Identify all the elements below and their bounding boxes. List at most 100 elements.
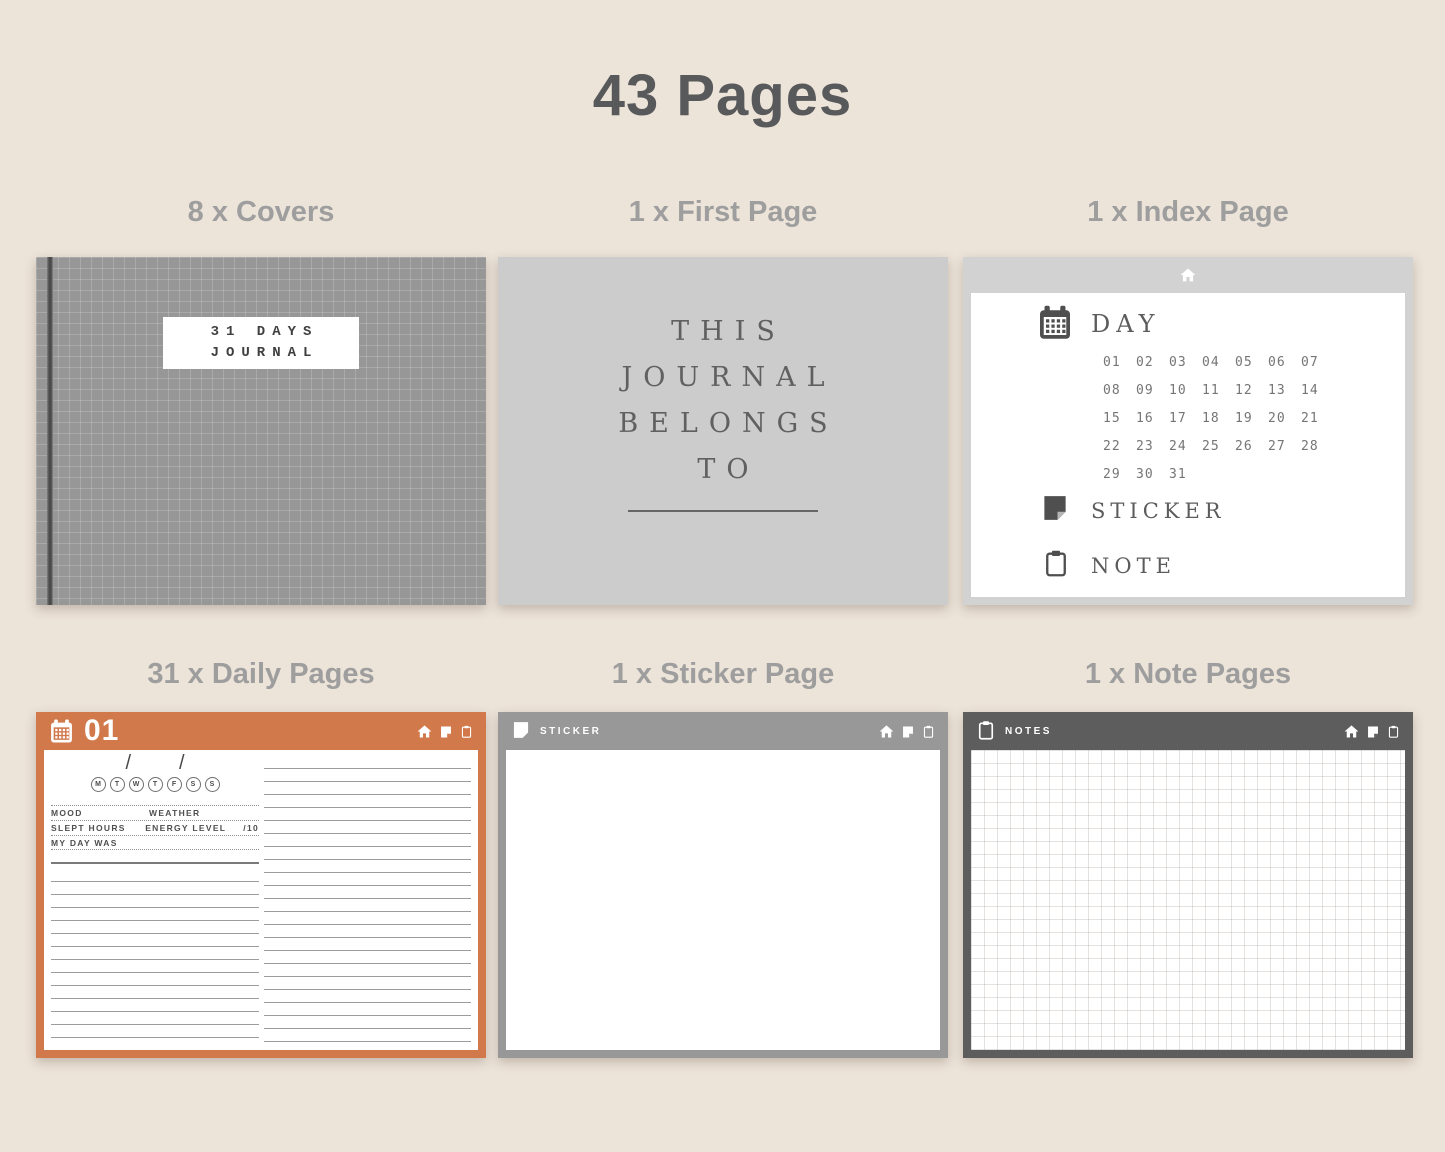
label-first-page: 1 x First Page [498,196,948,229]
index-day-link[interactable]: 08 [1103,383,1136,411]
label-sticker-page: 1 x Sticker Page [498,658,948,691]
index-day-link[interactable]: 24 [1169,439,1202,467]
index-day-link[interactable]: 15 [1103,411,1136,439]
name-blank-line [628,510,818,512]
sticker-header-bar: STICKER [498,712,948,750]
belongs-line-1: THIS [498,309,948,355]
index-day-link[interactable]: 04 [1202,355,1235,383]
home-icon[interactable] [1180,267,1196,283]
sticker-page-body[interactable] [506,750,940,1050]
sticker-icon[interactable] [1366,725,1380,739]
page-title: 43 Pages [0,62,1445,129]
index-day-link[interactable]: 26 [1235,439,1268,467]
date-field[interactable]: / / [51,752,259,775]
promo-canvas: 43 Pages 8 x Covers 1 x First Page 1 x I… [0,0,1445,1152]
section-divider [51,862,259,864]
writing-lines-right[interactable] [264,756,471,1046]
home-icon[interactable] [417,724,432,739]
daily-page-body: / / MTWTFSS MOOD WEATHER SLEPT HOURS ENE… [44,750,478,1050]
notes-page-heading: NOTES [1005,726,1052,737]
date-slash: / [125,752,131,775]
cover-title-line2: JOURNAL [204,343,319,364]
cover-title-plate: 31 DAYS JOURNAL [163,317,359,369]
weekday-circle[interactable]: F [167,777,182,792]
index-day-link[interactable]: 13 [1268,383,1301,411]
field-row-2[interactable]: SLEPT HOURS ENERGY LEVEL /10 [51,820,259,835]
index-day-link[interactable]: 14 [1301,383,1334,411]
field-row-3[interactable]: MY DAY WAS [51,835,259,850]
daily-page-panel: 01 / / MTWTFSS MOOD WEATHER [36,712,486,1058]
index-day-link[interactable]: 20 [1268,411,1301,439]
home-icon[interactable] [1344,724,1359,739]
index-day-link[interactable]: 16 [1136,411,1169,439]
sticker-heading: STICKER [1091,499,1226,523]
sticker-page-panel: STICKER [498,712,948,1058]
cover-title-line1: 31 DAYS [204,322,319,343]
index-day-link[interactable]: 06 [1268,355,1301,383]
index-day-link[interactable]: 02 [1136,355,1169,383]
index-day-link[interactable]: 29 [1103,467,1136,495]
nav-icons [417,724,473,739]
weather-field: WEATHER [149,808,259,818]
index-day-link[interactable]: 12 [1235,383,1268,411]
calendar-icon [49,719,74,744]
energy-max-label: /10 [226,823,259,833]
index-day-link[interactable]: 23 [1136,439,1169,467]
sticker-icon[interactable] [901,725,915,739]
index-day-link[interactable]: 25 [1202,439,1235,467]
index-day-link[interactable]: 07 [1301,355,1334,383]
cover-spine [47,257,53,605]
my-day-was-field: MY DAY WAS [51,838,149,848]
day-heading: DAY [1091,310,1160,338]
energy-level-field: ENERGY LEVEL [145,823,226,833]
index-page-body: DAY 01020304050607 08091011121314 15161718… [971,293,1405,597]
index-day-link[interactable]: 05 [1235,355,1268,383]
belongs-to-text: THIS JOURNAL BELONGS TO [498,309,948,493]
sticker-page-heading: STICKER [540,726,601,737]
notes-page-body[interactable] [971,750,1405,1050]
index-day-link[interactable]: 01 [1103,355,1136,383]
sticker-icon[interactable] [439,725,453,739]
index-day-link[interactable]: 31 [1169,467,1202,495]
weekday-circle[interactable]: T [110,777,125,792]
weekday-circle[interactable]: M [91,777,106,792]
clipboard-icon[interactable] [460,725,473,738]
index-header-bar [963,257,1413,293]
index-day-link[interactable]: 18 [1202,411,1235,439]
writing-lines-left[interactable] [51,869,259,1046]
belongs-line-2: JOURNAL [498,355,948,401]
day-number: 01 [84,714,119,748]
index-day-link[interactable]: 30 [1136,467,1169,495]
field-row-1[interactable]: MOOD WEATHER [51,805,259,820]
sticker-icon [1040,493,1070,523]
index-day-link[interactable]: 21 [1301,411,1334,439]
home-icon[interactable] [879,724,894,739]
index-page-panel: DAY 01020304050607 08091011121314 15161718… [963,257,1413,605]
note-heading: NOTE [1091,554,1176,578]
index-day-link[interactable]: 10 [1169,383,1202,411]
index-day-link[interactable]: 19 [1235,411,1268,439]
index-day-link[interactable]: 17 [1169,411,1202,439]
clipboard-icon[interactable] [922,725,935,738]
note-page-panel: NOTES [963,712,1413,1058]
index-day-link[interactable]: 22 [1103,439,1136,467]
weekday-circle[interactable]: W [129,777,144,792]
weekday-circles[interactable]: MTWTFSS [51,777,259,792]
daily-fields: MOOD WEATHER SLEPT HOURS ENERGY LEVEL /1… [51,805,259,850]
index-day-link[interactable]: 27 [1268,439,1301,467]
label-note-pages: 1 x Note Pages [963,658,1413,691]
mood-field: MOOD [51,808,149,818]
label-index-page: 1 x Index Page [963,196,1413,229]
weekday-circle[interactable]: S [205,777,220,792]
index-day-link[interactable]: 28 [1301,439,1334,467]
weekday-circle[interactable]: S [186,777,201,792]
daily-header-bar: 01 [36,712,486,750]
index-day-link[interactable]: 03 [1169,355,1202,383]
nav-icons [1344,724,1400,739]
first-page-panel: THIS JOURNAL BELONGS TO [498,257,948,605]
index-day-link[interactable]: 11 [1202,383,1235,411]
date-slash: / [179,752,185,775]
weekday-circle[interactable]: T [148,777,163,792]
clipboard-icon[interactable] [1387,725,1400,738]
index-day-link[interactable]: 09 [1136,383,1169,411]
